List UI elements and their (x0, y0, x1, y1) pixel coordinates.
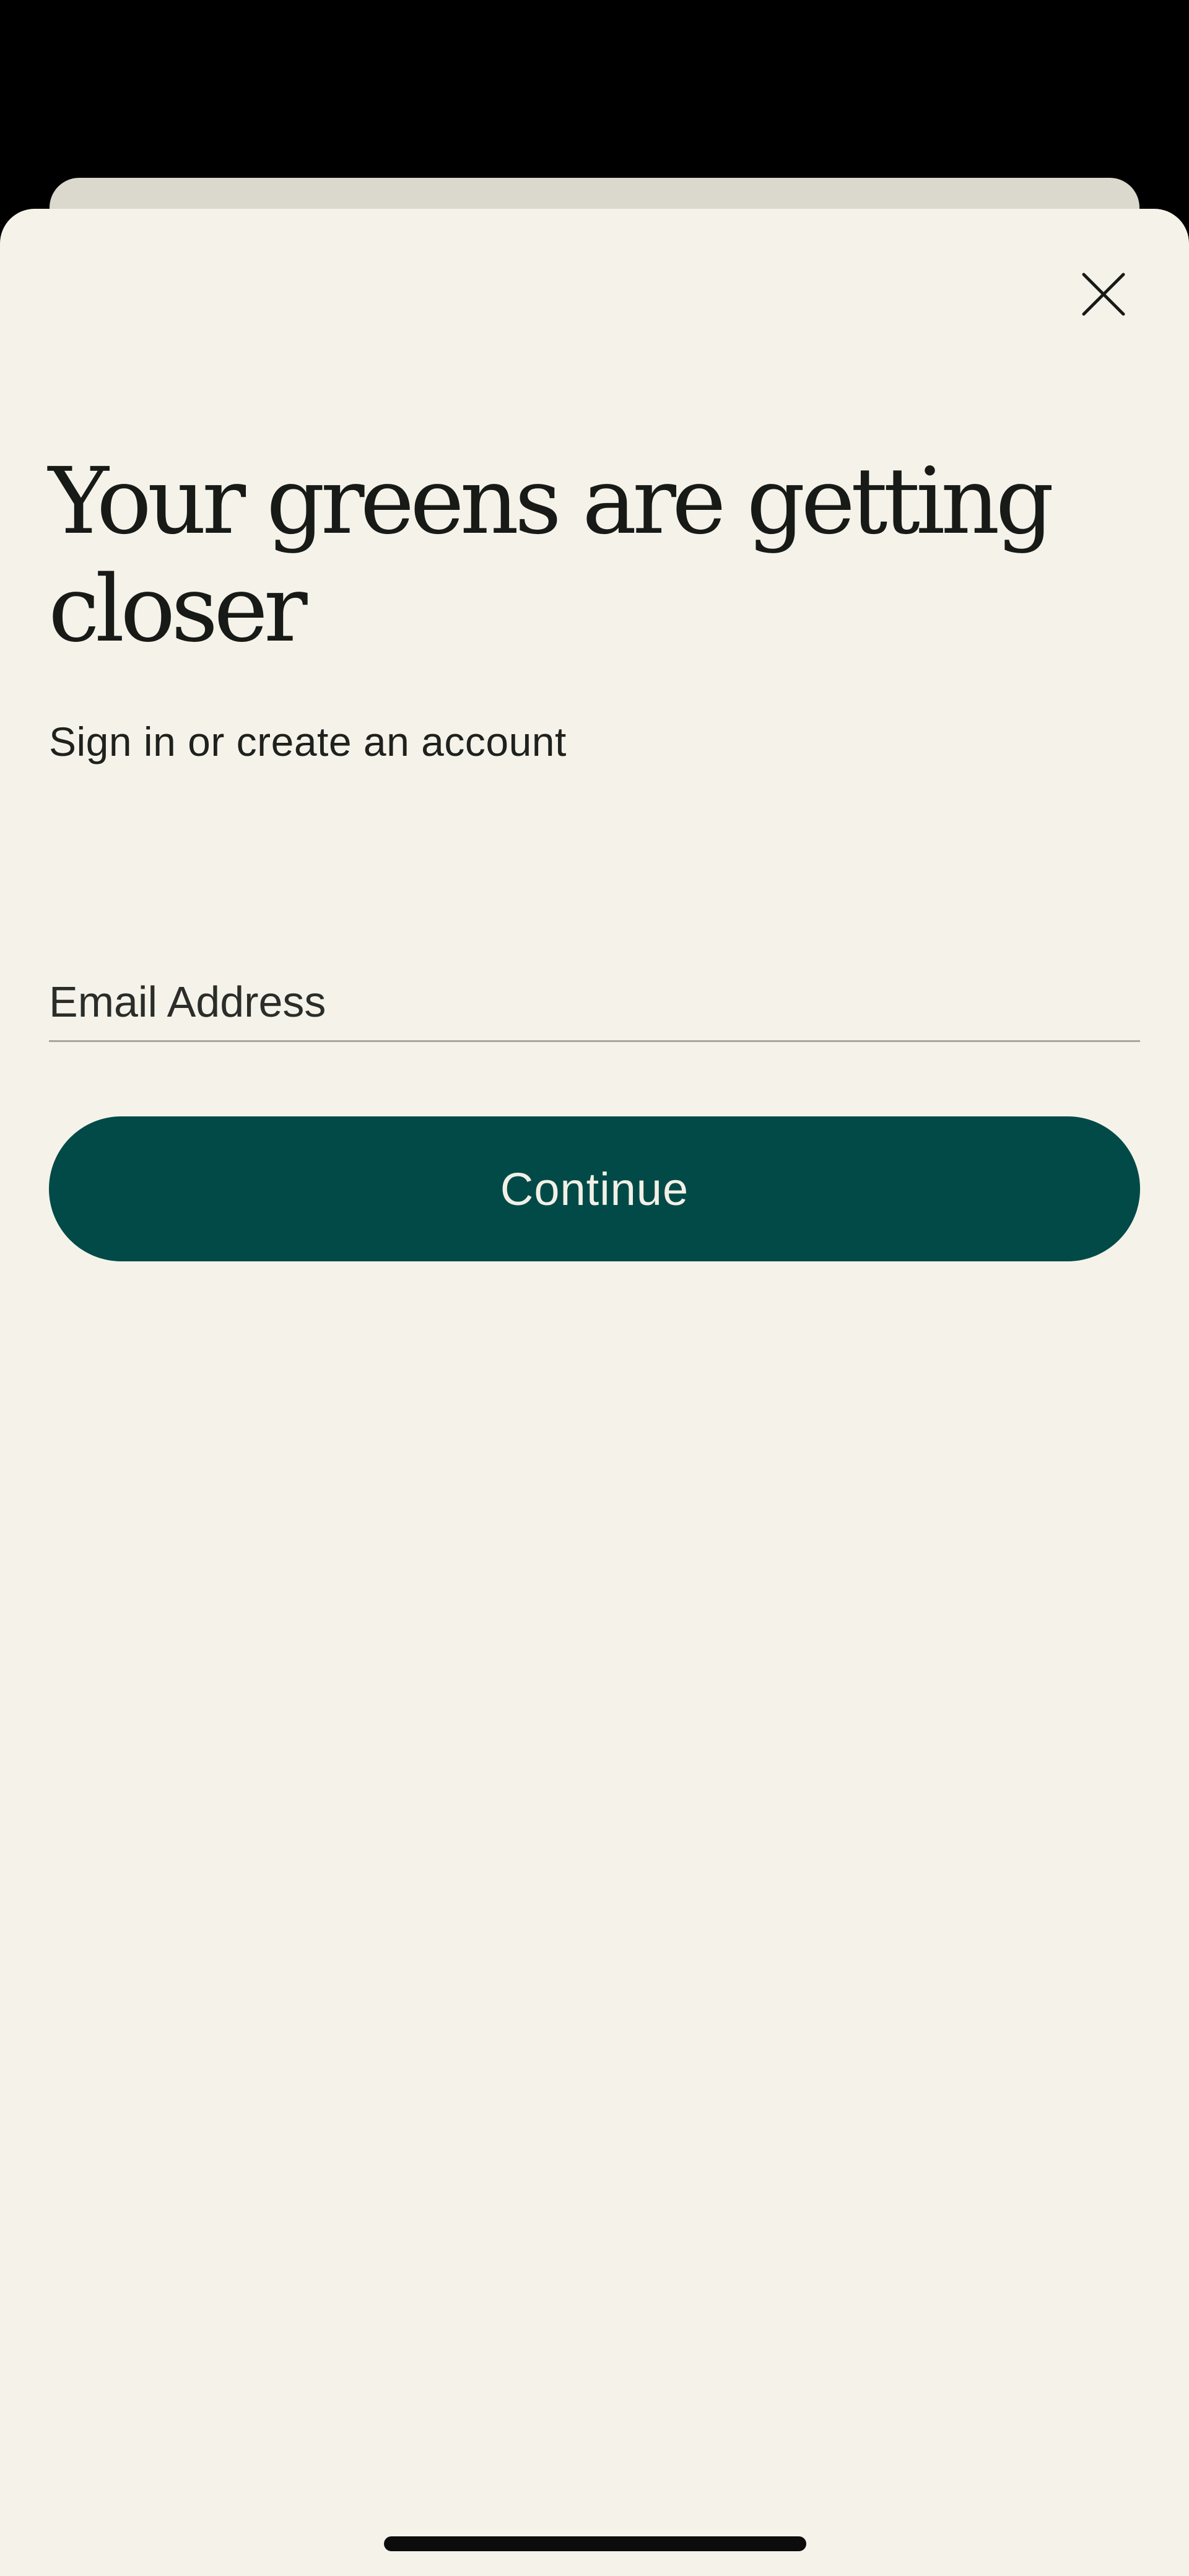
page-subtitle: Sign in or create an account (49, 719, 567, 764)
continue-button[interactable]: Continue (49, 1116, 1140, 1261)
close-icon (1082, 273, 1125, 316)
email-input[interactable] (49, 972, 1140, 1040)
email-field[interactable] (49, 954, 1140, 1042)
page-title: Your greens are getting closer (48, 448, 1054, 662)
close-button[interactable] (1073, 263, 1135, 325)
screen: Your greens are getting closer Sign in o… (0, 0, 1189, 2576)
home-indicator (384, 2536, 806, 2551)
